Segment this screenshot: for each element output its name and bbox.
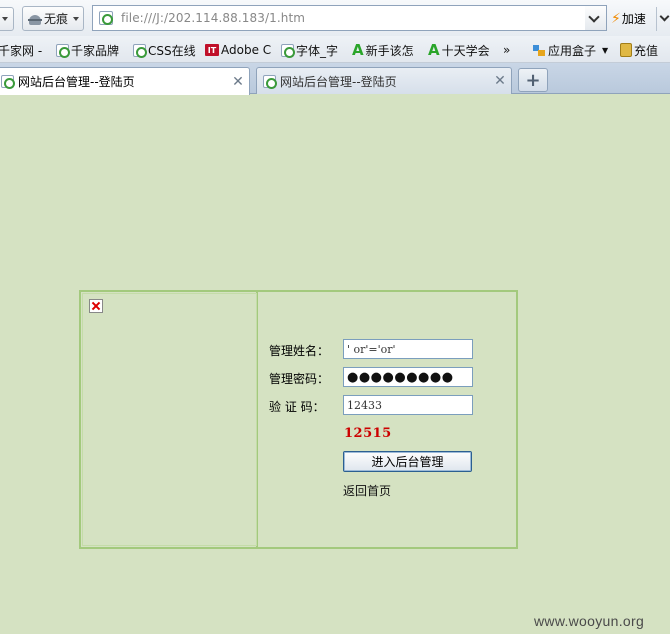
broken-image-icon [89, 299, 103, 313]
dropdown-arrow-icon [2, 17, 8, 21]
password-label: 管理密码： [269, 372, 330, 386]
password-input[interactable]: ●●●●●●●●● [343, 367, 473, 387]
nav-dropdown-button[interactable] [0, 7, 14, 31]
dropdown-arrow-icon [73, 16, 80, 21]
address-bar[interactable]: file:///J:/202.114.88.183/1.htm [92, 5, 586, 31]
chevron-down-icon [588, 11, 600, 23]
address-history-button[interactable] [585, 5, 607, 31]
login-submit-button[interactable]: 进入后台管理 [343, 451, 472, 472]
favorites-overflow-button[interactable]: » [503, 41, 510, 59]
tab-inactive[interactable]: 网站后台管理--登陆页 ✕ [256, 67, 512, 94]
dropdown-arrow-icon: ▼ [602, 45, 609, 55]
close-icon[interactable]: ✕ [489, 73, 511, 89]
page-favicon-icon [263, 74, 277, 89]
captcha-code: 12515 [344, 426, 392, 441]
favorite-label: 新手该怎 [365, 43, 414, 58]
tab-strip: 网站后台管理--登陆页 ✕ 网站后台管理--登陆页 ✕ + [0, 63, 670, 95]
address-url[interactable]: file:///J:/202.114.88.183/1.htm [121, 11, 305, 25]
watermark-text: www.wooyun.org [534, 613, 645, 629]
favorite-label: 千家品牌 [71, 43, 120, 58]
gift-icon [620, 43, 632, 57]
stealth-icon [28, 12, 42, 26]
favorite-item[interactable]: A 新手该怎 [352, 41, 414, 59]
favorite-item[interactable]: 千家品牌 [56, 41, 119, 59]
favorite-item[interactable]: CSS在线 [133, 41, 196, 59]
a-logo-icon: A [352, 41, 364, 59]
favorites-bar: 千家网 - 千家品牌 CSS在线 IT Adobe C 字体_字 A 新手该怎 … [0, 36, 670, 63]
new-tab-button[interactable]: + [518, 68, 548, 92]
username-label: 管理姓名： [269, 344, 330, 358]
it-logo-icon: IT [205, 44, 219, 56]
favorite-label: 字体_字 [296, 43, 339, 58]
lightning-icon: ⚡ [611, 10, 621, 27]
stealth-mode-button[interactable]: 无痕 [22, 6, 84, 31]
favorite-label: 充值 [634, 43, 659, 58]
favorite-label: » [503, 43, 511, 57]
address-toolbar: 无痕 file:///J:/202.114.88.183/1.htm ⚡ 加速 [0, 0, 670, 36]
close-icon[interactable]: ✕ [227, 74, 249, 90]
login-panel: 管理姓名： ' or'='or' 管理密码： ●●●●●●●●● 验 证 码： … [79, 290, 518, 549]
tab-title: 网站后台管理--登陆页 [280, 74, 397, 89]
captcha-input[interactable]: 12433 [343, 395, 473, 415]
favorite-label: 千家网 - [0, 43, 43, 58]
back-home-link[interactable]: 返回首页 [343, 482, 391, 499]
ie-page-icon [133, 43, 147, 58]
speed-up-button[interactable]: ⚡ 加速 [609, 6, 655, 31]
ie-page-icon [56, 43, 70, 58]
speed-up-label: 加速 [621, 12, 646, 26]
ie-page-icon [281, 43, 295, 58]
favorite-label: 十天学会 [441, 43, 490, 58]
favorite-label: Adobe C [221, 43, 272, 57]
favorite-item[interactable]: 应用盒子 ▼ [532, 41, 608, 59]
captcha-label: 验 证 码： [269, 400, 325, 414]
favorite-item[interactable]: 千家网 - [0, 41, 42, 59]
favorite-label: CSS在线 [148, 43, 196, 58]
tab-active[interactable]: 网站后台管理--登陆页 ✕ [0, 67, 250, 95]
page-favicon-icon [1, 75, 15, 89]
favorite-label: 应用盒子 [548, 43, 597, 58]
favorite-item[interactable]: 充值 [620, 41, 658, 59]
login-image-panel [81, 292, 258, 547]
page-favicon-icon [99, 11, 113, 25]
stealth-mode-label: 无痕 [44, 12, 69, 26]
favorite-item[interactable]: IT Adobe C [205, 41, 271, 59]
a-logo-icon: A [428, 41, 440, 59]
tab-title: 网站后台管理--登陆页 [18, 75, 135, 89]
favorite-item[interactable]: 字体_字 [281, 41, 338, 59]
chevron-down-icon [659, 11, 670, 22]
favorite-item[interactable]: A 十天学会 [428, 41, 490, 59]
username-input[interactable]: ' or'='or' [343, 339, 473, 359]
toolbar-more-button[interactable] [656, 7, 670, 31]
app-box-icon [532, 44, 546, 57]
